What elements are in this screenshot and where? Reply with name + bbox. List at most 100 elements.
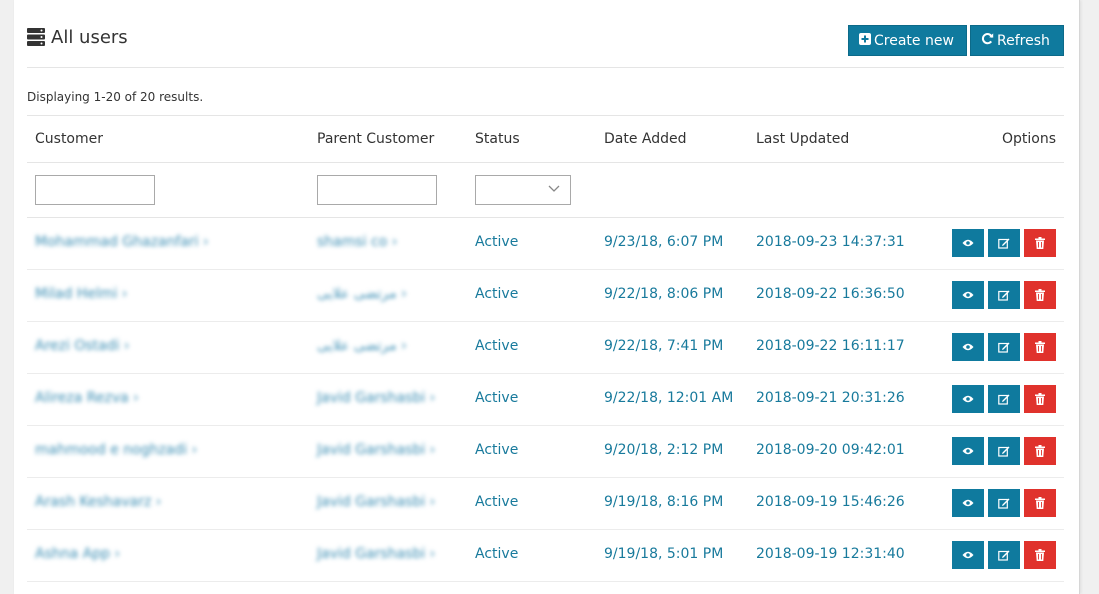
delete-button[interactable] — [1024, 385, 1056, 413]
column-header-customer[interactable]: Customer — [35, 131, 103, 147]
column-header-status[interactable]: Status — [475, 131, 520, 147]
table-row: Alireza Rezva › Javid Garshasbi › Active… — [27, 374, 1064, 426]
customer-link[interactable]: mahmood e noghzadi › — [35, 442, 197, 458]
parent-customer-link[interactable]: Javid Garshasbi › — [317, 546, 435, 562]
column-header-last-updated[interactable]: Last Updated — [756, 131, 849, 147]
trash-icon — [1035, 289, 1045, 301]
page-title: All users — [27, 24, 128, 50]
trash-icon — [1035, 445, 1045, 457]
column-header-parent-customer[interactable]: Parent Customer — [317, 131, 434, 147]
create-new-button[interactable]: Create new — [848, 25, 967, 56]
edit-button[interactable] — [988, 229, 1020, 257]
row-actions — [952, 385, 1056, 413]
status-text: Active — [475, 442, 519, 458]
view-button[interactable] — [952, 541, 984, 569]
eye-icon — [962, 291, 974, 299]
customer-filter-input[interactable] — [35, 175, 155, 205]
edit-button[interactable] — [988, 281, 1020, 309]
status-text: Active — [475, 390, 519, 406]
date-added-text: 9/23/18, 6:07 PM — [604, 234, 724, 250]
edit-icon — [998, 342, 1010, 353]
edit-icon — [998, 290, 1010, 301]
last-updated-text: 2018-09-22 16:11:17 — [756, 338, 905, 354]
last-updated-text: 2018-09-20 09:42:01 — [756, 442, 905, 458]
last-updated-text: 2018-09-21 20:31:26 — [756, 390, 905, 406]
parent-customer-link[interactable]: shamsi co › — [317, 234, 397, 250]
status-text: Active — [475, 494, 519, 510]
delete-button[interactable] — [1024, 229, 1056, 257]
trash-icon — [1035, 497, 1045, 509]
row-actions — [952, 437, 1056, 465]
delete-button[interactable] — [1024, 489, 1056, 517]
customer-link[interactable]: Ashna App › — [35, 546, 120, 562]
customer-link[interactable]: Milad Helmi › — [35, 286, 127, 302]
view-button[interactable] — [952, 281, 984, 309]
row-actions — [952, 229, 1056, 257]
eye-icon — [962, 343, 974, 351]
last-updated-text: 2018-09-19 15:46:26 — [756, 494, 905, 510]
parent-customer-link[interactable]: مرتضی علایی › — [317, 286, 407, 302]
edit-button[interactable] — [988, 541, 1020, 569]
status-text: Active — [475, 234, 519, 250]
table-header: Customer Parent Customer Status Date Add… — [27, 116, 1064, 163]
customer-link[interactable]: Arash Keshavarz › — [35, 494, 161, 510]
parent-customer-link[interactable]: Javid Garshasbi › — [317, 494, 435, 510]
row-actions — [952, 541, 1056, 569]
edit-button[interactable] — [988, 333, 1020, 361]
delete-button[interactable] — [1024, 541, 1056, 569]
plus-square-icon — [859, 32, 871, 49]
edit-icon — [998, 550, 1010, 561]
parent-customer-link[interactable]: Javid Garshasbi › — [317, 390, 435, 406]
view-button[interactable] — [952, 437, 984, 465]
edit-icon — [998, 238, 1010, 249]
row-actions — [952, 281, 1056, 309]
refresh-label: Refresh — [997, 32, 1050, 49]
trash-icon — [1035, 393, 1045, 405]
edit-button[interactable] — [988, 385, 1020, 413]
last-updated-text: 2018-09-23 14:37:31 — [756, 234, 905, 250]
delete-button[interactable] — [1024, 437, 1056, 465]
edit-icon — [998, 498, 1010, 509]
view-button[interactable] — [952, 385, 984, 413]
users-table: Customer Parent Customer Status Date Add… — [27, 115, 1064, 582]
table-row: mahmood e noghzadi › Javid Garshasbi › A… — [27, 426, 1064, 478]
parent-customer-filter-input[interactable] — [317, 175, 437, 205]
edit-icon — [998, 394, 1010, 405]
users-panel: All users Create new Refresh Displaying … — [14, 0, 1080, 594]
edit-button[interactable] — [988, 489, 1020, 517]
parent-customer-link[interactable]: مرتضی علایی › — [317, 338, 407, 354]
eye-icon — [962, 551, 974, 559]
refresh-button[interactable]: Refresh — [970, 25, 1064, 56]
date-added-text: 9/22/18, 8:06 PM — [604, 286, 724, 302]
last-updated-text: 2018-09-19 12:31:40 — [756, 546, 905, 562]
create-new-label: Create new — [874, 32, 954, 49]
parent-customer-link[interactable]: Javid Garshasbi › — [317, 442, 435, 458]
status-text: Active — [475, 546, 519, 562]
edit-button[interactable] — [988, 437, 1020, 465]
date-added-text: 9/20/18, 2:12 PM — [604, 442, 724, 458]
customer-link[interactable]: Arezi Ostadi › — [35, 338, 130, 354]
edit-icon — [998, 446, 1010, 457]
eye-icon — [962, 447, 974, 455]
trash-icon — [1035, 341, 1045, 353]
date-added-text: 9/22/18, 12:01 AM — [604, 390, 734, 406]
date-added-text: 9/19/18, 5:01 PM — [604, 546, 724, 562]
row-actions — [952, 489, 1056, 517]
view-button[interactable] — [952, 333, 984, 361]
date-added-text: 9/19/18, 8:16 PM — [604, 494, 724, 510]
table-row: Arezi Ostadi › مرتضی علایی › Active 9/22… — [27, 322, 1064, 374]
customer-link[interactable]: Mohammad Ghazanfari › — [35, 234, 209, 250]
view-button[interactable] — [952, 229, 984, 257]
column-header-date-added[interactable]: Date Added — [604, 131, 687, 147]
view-button[interactable] — [952, 489, 984, 517]
last-updated-text: 2018-09-22 16:36:50 — [756, 286, 905, 302]
status-filter-select[interactable] — [475, 175, 571, 205]
delete-button[interactable] — [1024, 333, 1056, 361]
delete-button[interactable] — [1024, 281, 1056, 309]
customer-link[interactable]: Alireza Rezva › — [35, 390, 139, 406]
trash-icon — [1035, 237, 1045, 249]
status-text: Active — [475, 338, 519, 354]
table-body: Mohammad Ghazanfari › shamsi co › Active… — [27, 218, 1064, 582]
results-summary: Displaying 1-20 of 20 results. — [27, 90, 204, 104]
filter-row — [27, 163, 1064, 218]
